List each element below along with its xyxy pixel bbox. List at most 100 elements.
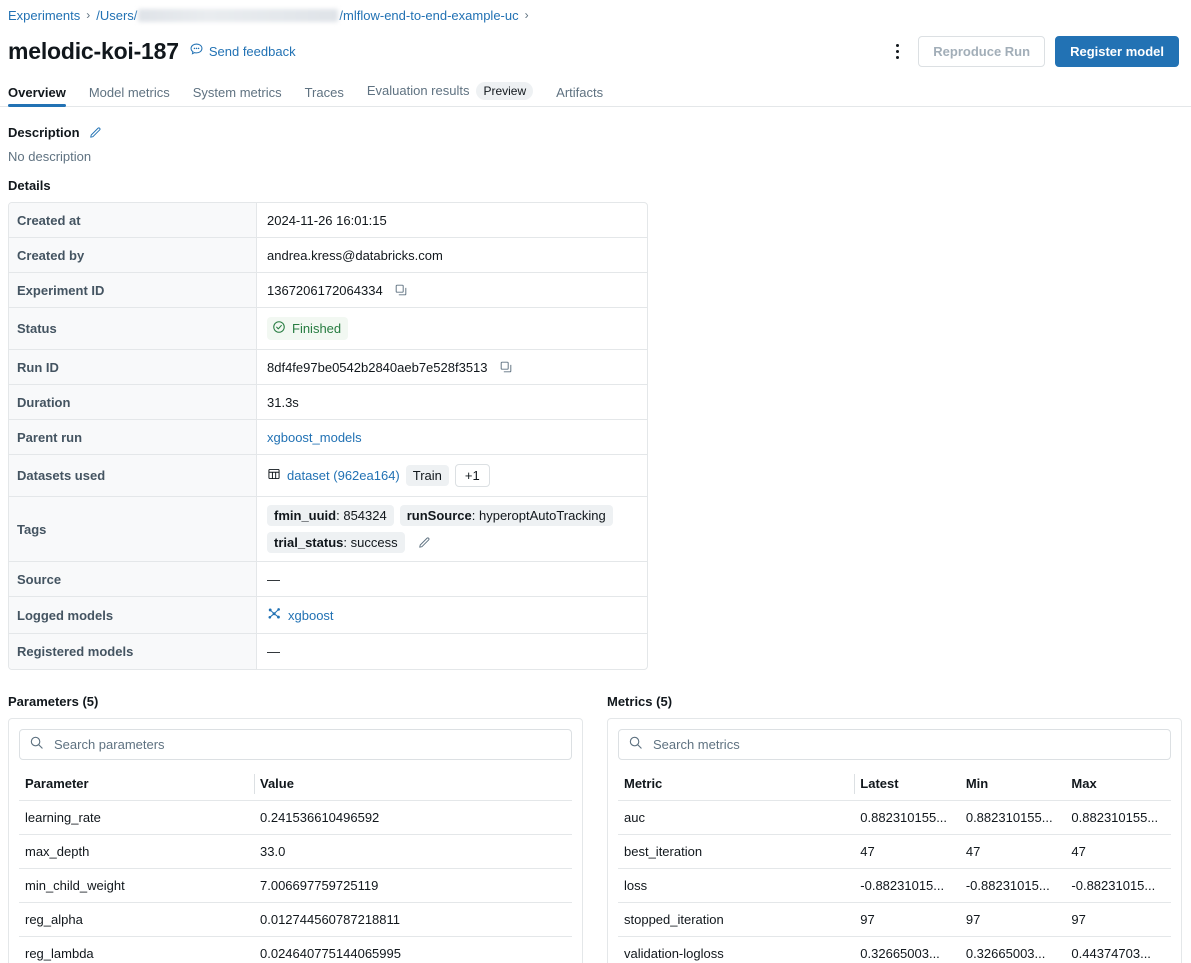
speech-bubble-icon [189,42,204,60]
tag-name: trial_status [274,535,343,550]
copy-icon[interactable] [499,360,513,374]
breadcrumb-path-suffix[interactable]: /mlflow-end-to-end-example-uc [339,8,518,23]
tab-bar: Overview Model metrics System metrics Tr… [0,80,1191,107]
parameter-name: max_depth [19,835,254,869]
tab-traces[interactable]: Traces [305,85,344,106]
edit-tags-pencil-icon[interactable] [417,536,431,550]
metric-latest: 0.32665003... [854,937,960,963]
details-value-wrap: 1367206172064334 [257,273,647,307]
parameter-name: reg_alpha [19,903,254,937]
metrics-header-row: Metric Latest Min Max [618,768,1171,801]
breadcrumb: Experiments › /Users/ /mlflow-end-to-end… [0,0,1191,30]
metric-latest: 47 [854,835,960,869]
copy-icon[interactable] [394,283,408,297]
metric-name-link[interactable]: auc [618,801,854,835]
parameters-header-row: Parameter Value [19,768,572,801]
tag-name: runSource [407,508,472,523]
table-row: stopped_iteration 97 97 97 [618,903,1171,937]
tab-system-metrics[interactable]: System metrics [193,85,282,106]
tab-evaluation-results[interactable]: Evaluation results Preview [367,82,533,106]
tab-model-metrics[interactable]: Model metrics [89,85,170,106]
metric-name-link[interactable]: best_iteration [618,835,854,869]
breadcrumb-item-path[interactable]: /Users/ /mlflow-end-to-end-example-uc [96,8,518,23]
metric-latest: 0.882310155... [854,801,960,835]
parameter-value: 0.241536610496592 [254,801,572,835]
breadcrumb-item-experiments[interactable]: Experiments [8,8,80,23]
more-vertical-icon[interactable] [886,38,908,64]
parameter-value: 33.0 [254,835,572,869]
table-row: min_child_weight 7.006697759725119 [19,869,572,903]
details-row-created-by: Created by andrea.kress@databricks.com [9,238,647,273]
tab-overview[interactable]: Overview [8,85,66,106]
send-feedback-button[interactable]: Send feedback [189,42,296,60]
details-key: Logged models [9,597,257,633]
column-header-parameter[interactable]: Parameter [19,768,254,801]
parent-run-link[interactable]: xgboost_models [267,430,362,445]
parameters-heading: Parameters (5) [8,694,583,709]
column-header-metric[interactable]: Metric [618,768,854,801]
metric-name-link[interactable]: validation-logloss [618,937,854,963]
tab-artifacts[interactable]: Artifacts [556,85,603,106]
search-icon [29,735,44,755]
dataset-more-button[interactable]: +1 [455,464,490,487]
metric-min: -0.88231015... [960,869,1066,903]
search-parameters-box[interactable] [19,729,572,760]
column-header-latest[interactable]: Latest [854,768,960,801]
column-header-value[interactable]: Value [254,768,572,801]
details-table: Created at 2024-11-26 16:01:15 Created b… [8,202,648,670]
search-metrics-box[interactable] [618,729,1171,760]
breadcrumb-separator-icon-2: › [525,8,529,22]
metric-name-link[interactable]: stopped_iteration [618,903,854,937]
metric-min: 0.32665003... [960,937,1066,963]
details-heading: Details [8,178,1183,193]
details-key: Status [9,308,257,349]
metric-min: 0.882310155... [960,801,1066,835]
experiment-id-value: 1367206172064334 [267,283,383,298]
column-header-max[interactable]: Max [1065,768,1171,801]
tab-overview-label: Overview [8,85,66,100]
table-row: learning_rate 0.241536610496592 [19,801,572,835]
tab-traces-label: Traces [305,85,344,100]
details-key: Duration [9,385,257,419]
tag-chip: runSource: hyperoptAutoTracking [400,505,613,526]
status-badge: Finished [267,317,348,340]
details-key: Parent run [9,420,257,454]
parameters-card: Parameter Value learning_rate 0.24153661… [8,718,583,963]
details-value: — [257,634,647,669]
status-label: Finished [292,321,341,336]
metrics-card: Metric Latest Min Max auc 0.882310155...… [607,718,1182,963]
table-row: max_depth 33.0 [19,835,572,869]
dataset-link[interactable]: dataset (962ea164) [287,468,400,483]
details-section: Details Created at 2024-11-26 16:01:15 C… [0,164,1191,670]
model-graph-icon [267,606,282,624]
bottom-panels: Parameters (5) Parameter Value [0,670,1191,963]
redacted-path-segment [138,9,338,22]
details-row-experiment-id: Experiment ID 1367206172064334 [9,273,647,308]
check-circle-icon [272,320,286,337]
tab-system-metrics-label: System metrics [193,85,282,100]
header-actions: Reproduce Run Register model [886,36,1179,67]
search-metrics-input[interactable] [651,736,1161,753]
table-row: loss -0.88231015... -0.88231015... -0.88… [618,869,1171,903]
details-value-wrap: xgboost [257,597,647,633]
dataset-split-chip: Train [406,465,449,486]
details-row-status: Status Finished [9,308,647,350]
reproduce-run-button[interactable]: Reproduce Run [918,36,1045,67]
details-key: Source [9,562,257,596]
details-value: andrea.kress@databricks.com [257,238,647,272]
pencil-icon[interactable] [88,126,102,140]
details-value-wrap: 8df4fe97be0542b2840aeb7e528f3513 [257,350,647,384]
metric-min: 47 [960,835,1066,869]
details-value: 31.3s [257,385,647,419]
parameter-name: min_child_weight [19,869,254,903]
register-model-button[interactable]: Register model [1055,36,1179,67]
details-key: Created by [9,238,257,272]
tab-model-metrics-label: Model metrics [89,85,170,100]
breadcrumb-path-prefix[interactable]: /Users/ [96,8,137,23]
details-row-tags: Tags fmin_uuid: 854324 runSource: hypero… [9,497,647,562]
search-parameters-input[interactable] [52,736,562,753]
tag-name: fmin_uuid [274,508,336,523]
metric-name-link[interactable]: loss [618,869,854,903]
logged-model-link[interactable]: xgboost [288,608,334,623]
column-header-min[interactable]: Min [960,768,1066,801]
